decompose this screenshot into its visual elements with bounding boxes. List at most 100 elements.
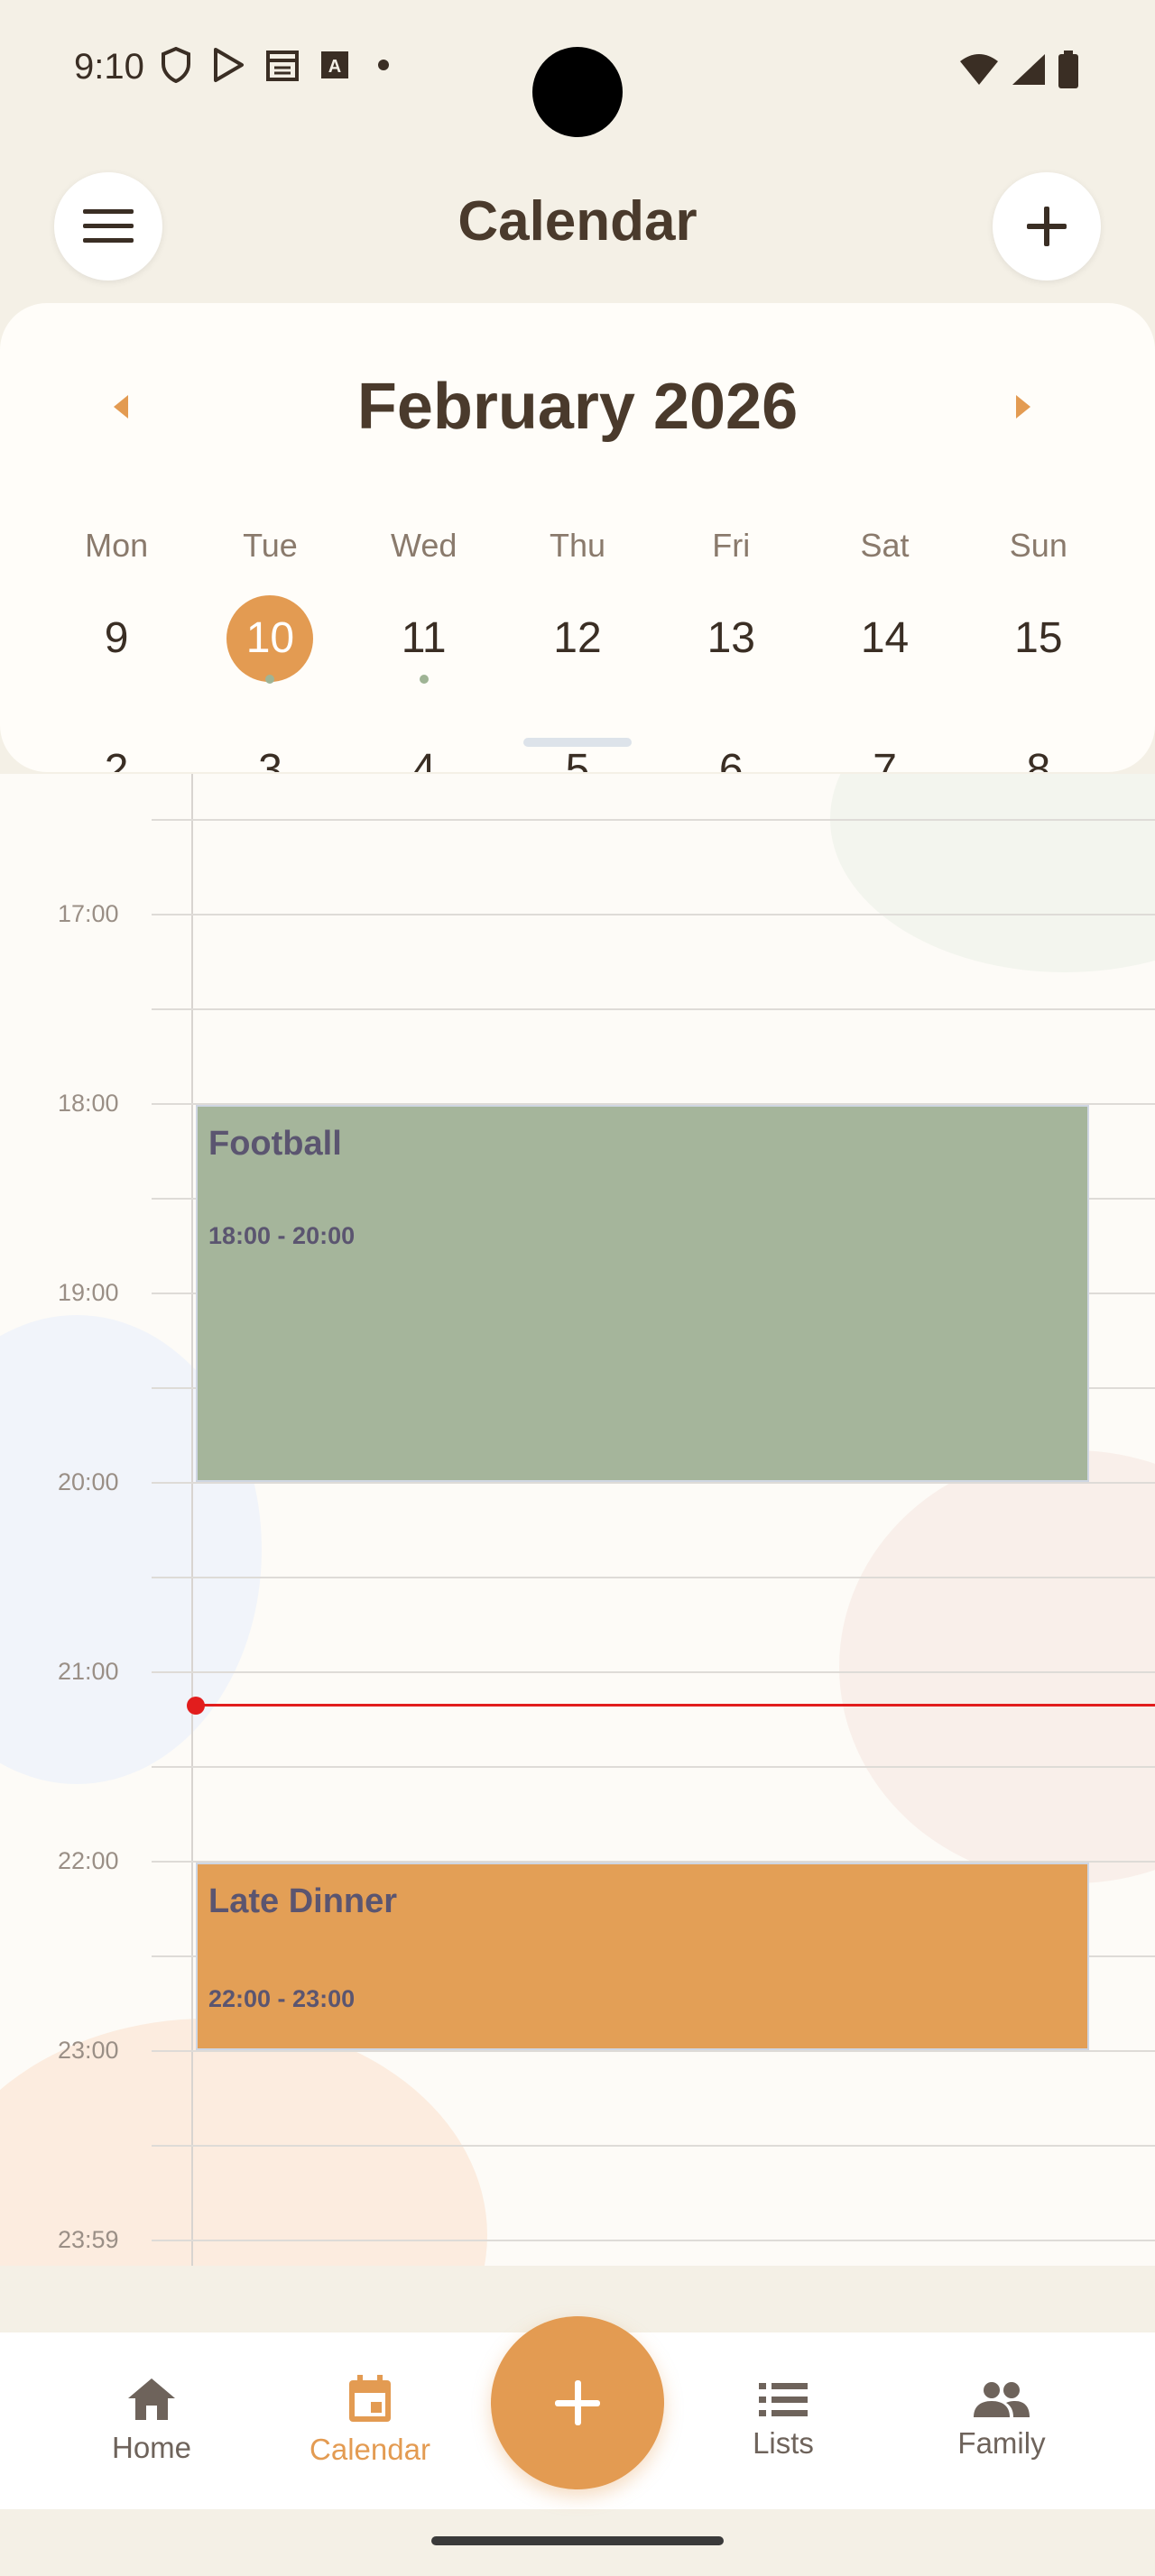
weekday-sun: Sun [1009, 527, 1067, 564]
hour-label: 23:00 [58, 2037, 119, 2064]
date-cell[interactable]: 7 [808, 746, 961, 773]
people-icon [974, 2382, 1030, 2417]
half-hour-line [152, 819, 1155, 821]
weekday-tue: Tue [243, 527, 298, 564]
date-cell[interactable]: 4 [347, 746, 501, 773]
date-cell[interactable]: 8 [962, 746, 1115, 773]
weekday-wed: Wed [391, 527, 457, 564]
event-title: Late Dinner [208, 1882, 398, 1920]
half-hour-line [152, 1008, 1155, 1010]
date-number: 8 [1026, 746, 1051, 773]
nav-home[interactable]: Home [61, 2332, 242, 2509]
date-number: 13 [707, 614, 755, 662]
date-number: 5 [565, 746, 590, 773]
decorative-blob [839, 1450, 1155, 1883]
current-time-dot [187, 1697, 205, 1715]
event-card-football[interactable]: Football 18:00 - 20:00 [196, 1105, 1089, 1482]
plus-icon [1027, 207, 1067, 246]
play-store-icon [214, 48, 244, 82]
event-card-late-dinner[interactable]: Late Dinner 22:00 - 23:00 [196, 1863, 1089, 2050]
add-event-button[interactable] [993, 172, 1101, 281]
nav-label: Family [957, 2426, 1046, 2460]
status-icons-left: A [161, 47, 397, 83]
event-indicator-dot [265, 675, 275, 684]
time-axis-line [191, 774, 193, 2266]
date-cell[interactable]: 12 [501, 617, 654, 682]
date-cell[interactable]: 9 [40, 617, 193, 682]
quick-add-fab[interactable] [491, 2316, 664, 2489]
date-number: 12 [553, 614, 602, 662]
battery-icon [1058, 51, 1078, 88]
nav-label: Home [111, 2431, 192, 2464]
weekday-sat: Sat [860, 527, 910, 564]
nav-lists[interactable]: Lists [693, 2332, 873, 2509]
wifi-icon [960, 54, 998, 85]
decorative-blob [830, 774, 1155, 972]
date-number: 15 [1014, 614, 1063, 662]
date-cell[interactable]: 2 [40, 746, 193, 773]
half-hour-line [152, 1577, 1155, 1578]
event-indicator-dot [419, 675, 429, 684]
date-cell[interactable]: 14 [808, 617, 961, 682]
hour-label: 23:59 [58, 2226, 119, 2253]
week-row: 9 10 11 12 13 14 15 [40, 595, 1115, 684]
hour-label: 19:00 [58, 1279, 119, 1306]
date-number: 7 [873, 746, 897, 773]
hour-line [152, 2240, 1155, 2241]
date-number: 2 [104, 746, 129, 773]
event-time: 18:00 - 20:00 [208, 1222, 356, 1249]
date-cell[interactable]: 6 [654, 746, 808, 773]
weekday-fri: Fri [712, 527, 751, 564]
home-icon [128, 2378, 175, 2420]
date-number: 14 [860, 614, 910, 662]
date-cell[interactable]: 5 [501, 746, 654, 773]
hour-label: 18:00 [58, 1090, 119, 1117]
date-cell[interactable]: 11 [347, 614, 501, 684]
font-icon: A [321, 51, 348, 78]
hour-label: 21:00 [58, 1658, 119, 1685]
nav-family[interactable]: Family [911, 2332, 1092, 2509]
page-title: Calendar [457, 190, 698, 253]
next-month-button[interactable] [1012, 393, 1034, 420]
date-cell[interactable]: 3 [193, 746, 346, 773]
date-number: 6 [718, 746, 744, 773]
status-bar: 9:10 A [0, 0, 1155, 137]
gesture-navigation-bar[interactable] [431, 2536, 724, 2545]
date-number: 4 [411, 746, 437, 773]
day-timeline[interactable]: 17:00 18:00 19:00 20:00 21:00 22:00 23:0… [0, 774, 1155, 2266]
status-time: 9:10 [74, 47, 144, 87]
hour-label: 20:00 [58, 1468, 119, 1495]
calendar-icon [349, 2375, 391, 2422]
date-number: 10 [226, 595, 314, 682]
date-number: 11 [401, 614, 447, 662]
hour-line [152, 1671, 1155, 1673]
hour-line [152, 914, 1155, 915]
week-row: 2 3 4 5 6 7 8 [40, 746, 1115, 773]
calendar-notification-icon [266, 51, 299, 81]
list-icon [759, 2383, 808, 2416]
weekday-mon: Mon [85, 527, 149, 564]
date-cell-selected[interactable]: 10 [193, 595, 346, 684]
hour-line [152, 1482, 1155, 1484]
plus-icon [555, 2380, 600, 2425]
date-number: 9 [104, 614, 129, 662]
current-time-line [195, 1704, 1155, 1707]
nav-calendar[interactable]: Calendar [280, 2332, 460, 2509]
half-hour-line [152, 1766, 1155, 1768]
camera-cutout [532, 47, 623, 137]
date-cell[interactable]: 15 [962, 617, 1115, 682]
month-title: February 2026 [356, 371, 799, 443]
nav-label: Lists [753, 2426, 814, 2460]
date-number: 3 [258, 746, 282, 773]
event-title: Football [208, 1125, 342, 1163]
hour-label: 22:00 [58, 1847, 119, 1874]
svg-text:A: A [328, 57, 341, 77]
dot-icon [378, 60, 389, 70]
weekday-thu: Thu [549, 527, 605, 564]
date-cell[interactable]: 13 [654, 617, 808, 682]
hour-label: 17:00 [58, 900, 119, 927]
status-icons-right [958, 51, 1079, 88]
calendar-card: February 2026 Mon Tue Wed Thu Fri Sat Su… [0, 303, 1155, 772]
shield-icon [162, 47, 190, 83]
event-time: 22:00 - 23:00 [208, 1985, 356, 2012]
